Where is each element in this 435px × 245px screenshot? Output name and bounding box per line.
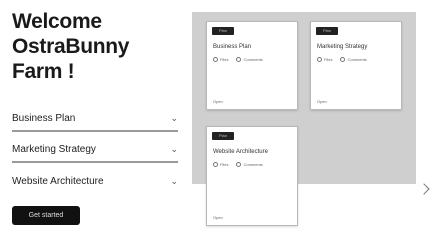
meta-label: Comments — [243, 162, 263, 167]
card-meta: Files Comments — [213, 162, 263, 167]
resize-icon[interactable] — [418, 183, 430, 195]
card-meta-comments: Comments — [236, 57, 263, 62]
menu-item-label: Website Architecture — [12, 176, 104, 187]
card-title: Website Architecture — [213, 149, 268, 155]
menu-item-label: Marketing Strategy — [12, 144, 96, 155]
card-footer-link[interactable]: Open — [317, 99, 327, 104]
circle-icon — [236, 162, 242, 167]
card-title: Marketing Strategy — [317, 44, 368, 50]
card-footer-link[interactable]: Open — [213, 99, 223, 104]
meta-label: Files — [324, 57, 333, 62]
menu-item-website-architecture[interactable]: Website Architecture ⌄ — [12, 163, 178, 194]
card-meta-files: Files — [317, 57, 332, 62]
menu-item-business-plan[interactable]: Business Plan ⌄ — [12, 101, 178, 132]
chevron-down-icon: ⌄ — [170, 144, 178, 155]
section-menu: Business Plan ⌄ Marketing Strategy ⌄ Web… — [12, 101, 178, 194]
card-title: Business Plan — [213, 44, 252, 50]
card-meta-files: Files — [213, 57, 228, 62]
page-title: Welcome OstraBunny Farm ! — [12, 10, 130, 83]
menu-item-marketing-strategy[interactable]: Marketing Strategy ⌄ — [12, 132, 178, 163]
meta-label: Files — [220, 162, 229, 167]
menu-item-label: Business Plan — [12, 113, 76, 124]
circle-icon — [340, 57, 346, 62]
meta-label: Files — [220, 57, 229, 62]
chevron-down-icon: ⌄ — [170, 113, 178, 124]
board-card-website-architecture[interactable]: Plan Website Architecture Files Comments… — [206, 126, 298, 226]
card-tag: Plan — [212, 27, 234, 35]
get-started-button[interactable]: Get started — [12, 206, 80, 225]
circle-icon — [236, 57, 242, 62]
meta-label: Comments — [347, 57, 367, 62]
card-meta-comments: Comments — [236, 162, 263, 167]
card-meta-files: Files — [213, 162, 228, 167]
card-footer-link[interactable]: Open — [213, 215, 223, 220]
circle-icon — [317, 57, 322, 62]
meta-label: Comments — [243, 57, 263, 62]
board-card-business-plan[interactable]: Plan Business Plan Files Comments Open — [206, 21, 298, 110]
card-tag: Plan — [316, 27, 338, 35]
card-meta: Files Comments — [317, 57, 367, 62]
chevron-down-icon: ⌄ — [170, 176, 178, 187]
card-meta: Files Comments — [213, 57, 263, 62]
board-card-marketing-strategy[interactable]: Plan Marketing Strategy Files Comments O… — [310, 21, 402, 110]
circle-icon — [213, 57, 218, 62]
project-board: Plan Business Plan Files Comments Open P… — [192, 12, 416, 226]
circle-icon — [213, 162, 218, 167]
card-meta-comments: Comments — [340, 57, 367, 62]
card-tag: Plan — [212, 132, 234, 140]
